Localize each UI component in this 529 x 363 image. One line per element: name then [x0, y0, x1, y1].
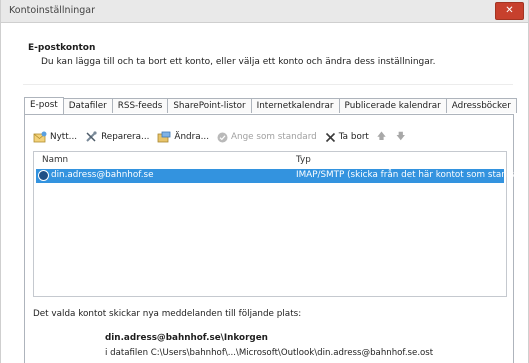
tab-sharepoint-lists[interactable]: SharePoint-listor [167, 98, 252, 113]
close-icon: ✕ [505, 5, 514, 16]
tab-address-books[interactable]: Adressböcker [445, 98, 517, 113]
remove-label: Ta bort [338, 132, 369, 142]
move-up-icon[interactable]: 🡅 [377, 129, 386, 145]
change-button[interactable]: Ändra... [157, 131, 209, 143]
delivery-inbox: din.adress@bahnhof.se\Inkorgen [105, 333, 268, 343]
tab-email[interactable]: E-post [24, 97, 64, 114]
email-tab-panel: Nytt... Reparera... Ändra... Ange som st… [24, 114, 526, 363]
move-down-icon[interactable]: 🡇 [396, 129, 405, 145]
column-header-name[interactable]: Namn [42, 155, 68, 165]
divider [23, 84, 513, 85]
title-bar[interactable]: Kontoinställningar ✕ [1, 0, 528, 23]
account-type: IMAP/SMTP (skicka från det här kontot so… [296, 170, 527, 180]
delete-x-icon [325, 132, 335, 142]
remove-button[interactable]: Ta bort [325, 132, 369, 143]
tab-published-calendars[interactable]: Publicerade kalendrar [338, 98, 447, 113]
tools-icon [86, 131, 97, 142]
check-circle-icon [217, 132, 228, 142]
tab-datafiles[interactable]: Datafiler [62, 98, 113, 113]
repair-button[interactable]: Reparera... [85, 131, 149, 143]
new-account-button[interactable]: Nytt... [33, 131, 77, 143]
column-header-type[interactable]: Typ [296, 155, 311, 165]
toolbar: Nytt... Reparera... Ändra... Ange som st… [33, 129, 415, 145]
tab-rss-feeds[interactable]: RSS-feeds [111, 98, 169, 113]
close-button[interactable]: ✕ [495, 2, 524, 20]
default-account-check-icon [38, 170, 49, 181]
account-settings-window: Kontoinställningar ✕ E-postkonton Du kan… [0, 0, 529, 363]
change-label: Ändra... [174, 132, 209, 142]
new-account-label: Nytt... [50, 132, 78, 142]
account-list[interactable]: Namn Typ din.adress@bahnhof.se IMAP/SMTP… [33, 151, 526, 297]
delivery-location-text: Det valda kontot skickar nya meddelanden… [33, 309, 302, 319]
set-default-button[interactable]: Ange som standard [217, 132, 317, 143]
new-mail-icon [33, 131, 47, 143]
window-title: Kontoinställningar [9, 5, 96, 16]
datafile-path: i datafilen C:\Users\bahnhof\...\Microso… [105, 348, 434, 358]
tab-internet-calendars[interactable]: Internetkalendrar [250, 98, 340, 113]
section-title: E-postkonton [28, 43, 96, 53]
repair-label: Reparera... [101, 132, 150, 142]
table-row[interactable]: din.adress@bahnhof.se IMAP/SMTP (skicka … [36, 169, 526, 183]
edit-account-icon [158, 131, 171, 143]
section-description: Du kan lägga till och ta bort ett konto,… [41, 57, 436, 67]
tab-strip: E-post Datafiler RSS-feeds SharePoint-li… [24, 97, 517, 114]
account-name: din.adress@bahnhof.se [51, 170, 154, 180]
set-default-label: Ange som standard [231, 132, 317, 142]
